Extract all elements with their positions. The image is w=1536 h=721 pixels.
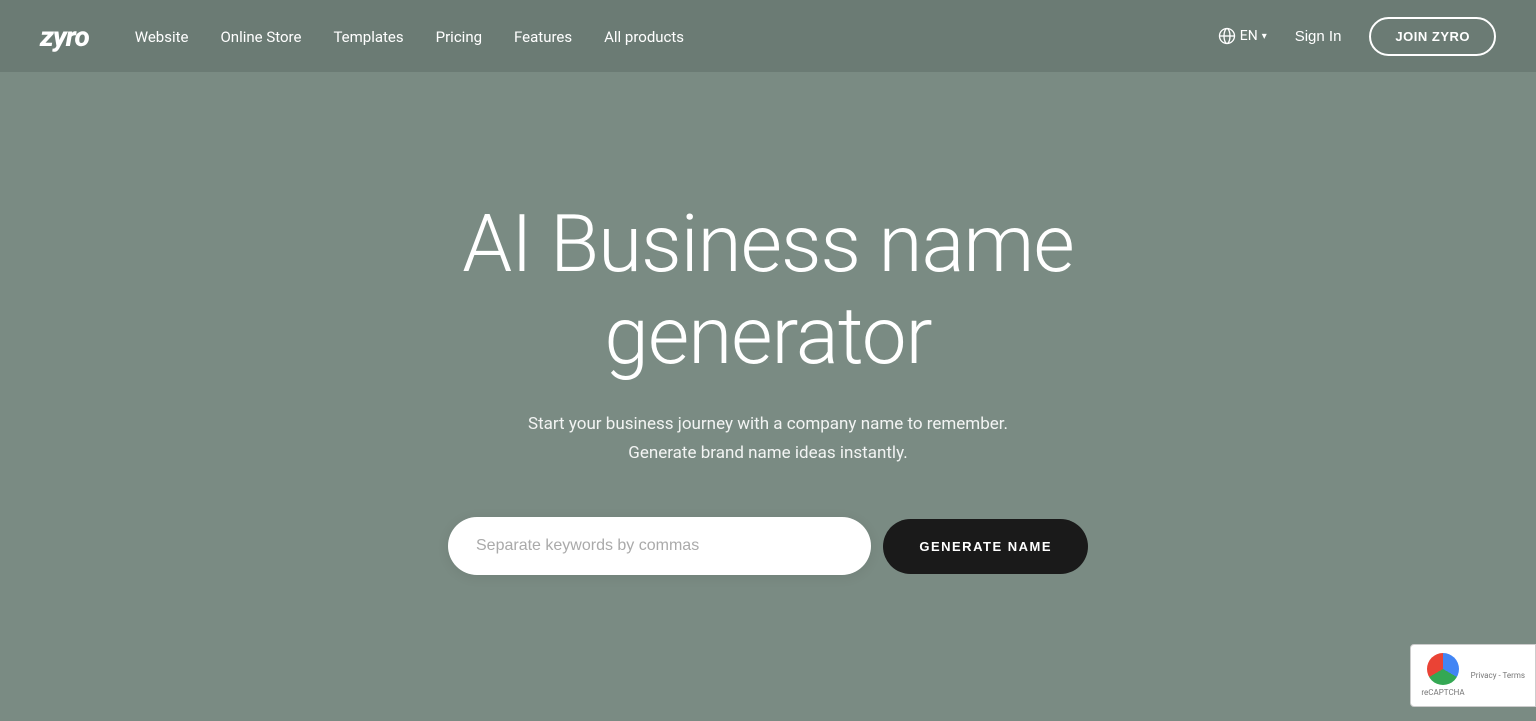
nav-link-website[interactable]: Website [121, 20, 203, 54]
sign-in-button[interactable]: Sign In [1283, 20, 1354, 53]
logo[interactable]: zyro [40, 20, 89, 53]
globe-icon [1218, 27, 1236, 45]
nav-item-pricing: Pricing [422, 27, 496, 46]
generate-name-button[interactable]: GENERATE NAME [883, 519, 1088, 574]
nav-item-website: Website [121, 27, 203, 46]
keywords-input[interactable] [448, 517, 871, 575]
nav-link-online-store[interactable]: Online Store [206, 20, 315, 54]
recaptcha-logo: reCAPTCHA [1421, 653, 1464, 698]
recaptcha-circle-icon [1427, 653, 1459, 685]
hero-subtitle-line1: Start your business journey with a compa… [528, 414, 1008, 434]
hero-subtitle-line2: Generate brand name ideas instantly. [628, 443, 907, 463]
nav-link-pricing[interactable]: Pricing [422, 20, 496, 54]
nav-links: Website Online Store Templates Pricing F… [121, 27, 698, 46]
nav-item-templates: Templates [319, 27, 417, 46]
nav-right: EN ▾ Sign In JOIN ZYRO [1218, 17, 1496, 56]
nav-left: zyro Website Online Store Templates Pric… [40, 20, 698, 53]
hero-title: AI Business name generator [318, 198, 1218, 382]
join-button[interactable]: JOIN ZYRO [1369, 17, 1496, 56]
recaptcha-label: reCAPTCHA [1421, 687, 1464, 698]
nav-link-templates[interactable]: Templates [319, 20, 417, 54]
lang-label: EN [1240, 28, 1258, 44]
nav-link-all-products[interactable]: All products [590, 20, 698, 54]
lang-selector[interactable]: EN ▾ [1218, 27, 1267, 45]
recaptcha-links: Privacy - Terms [1471, 670, 1525, 681]
nav-item-all-products: All products [590, 27, 698, 46]
hero-section: AI Business name generator Start your bu… [0, 72, 1536, 721]
navbar: zyro Website Online Store Templates Pric… [0, 0, 1536, 72]
nav-link-features[interactable]: Features [500, 20, 586, 54]
hero-form: GENERATE NAME [448, 517, 1088, 575]
nav-item-online-store: Online Store [206, 27, 315, 46]
recaptcha-badge: reCAPTCHA Privacy - Terms [1410, 644, 1536, 707]
chevron-down-icon: ▾ [1262, 31, 1267, 42]
hero-subtitle: Start your business journey with a compa… [528, 410, 1008, 468]
nav-item-features: Features [500, 27, 586, 46]
